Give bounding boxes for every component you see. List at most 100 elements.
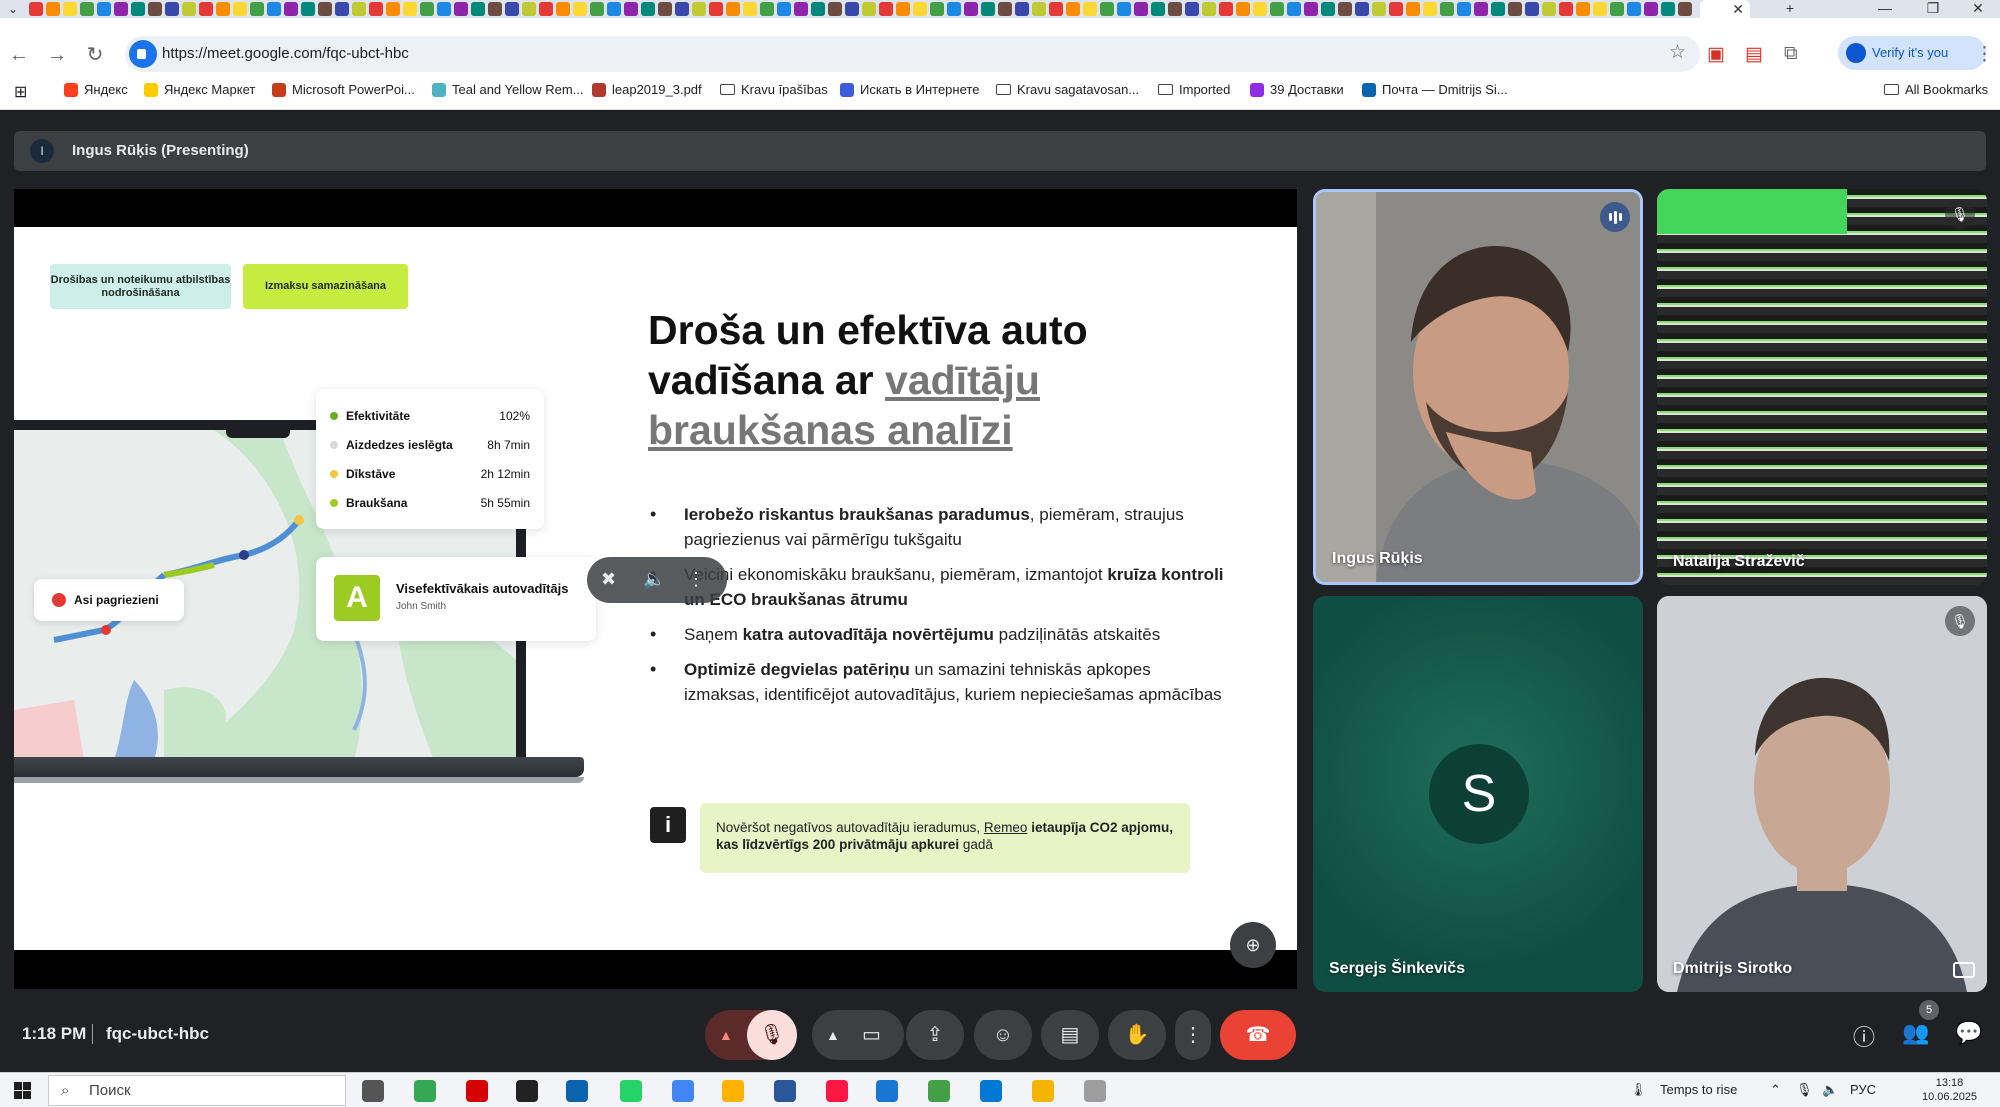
camera-options-chevron-icon[interactable]: ▲ (826, 1010, 840, 1060)
volume-icon[interactable]: 🔈 (643, 569, 665, 590)
bookmark-star-icon[interactable]: ☆ (1669, 41, 1686, 64)
tab-favicon[interactable] (709, 2, 724, 16)
tab-favicon[interactable] (828, 2, 843, 16)
reload-icon[interactable]: ↻ (80, 40, 110, 70)
new-tab-button[interactable]: + (1765, 0, 1815, 18)
tab-favicon[interactable] (1168, 2, 1183, 16)
url-text[interactable]: https://meet.google.com/fqc-ubct-hbc (162, 45, 409, 62)
windows-start-icon[interactable] (14, 1082, 31, 1099)
taskbar-app-icon[interactable] (566, 1080, 588, 1102)
tab-favicon[interactable] (947, 2, 962, 16)
tab-favicon[interactable] (131, 2, 146, 16)
people-icon[interactable]: 👥 (1902, 1020, 1929, 1046)
tab-favicon[interactable] (1372, 2, 1387, 16)
zoom-icon[interactable]: ⊕ (1230, 922, 1276, 968)
raise-hand-icon[interactable]: ✋ (1108, 1010, 1166, 1060)
mic-off-icon[interactable]: 🎙 (747, 1010, 797, 1060)
tab-favicon[interactable] (896, 2, 911, 16)
tab-favicon[interactable] (1219, 2, 1234, 16)
tab-favicon[interactable] (1083, 2, 1098, 16)
tab-favicon[interactable] (1406, 2, 1421, 16)
tab-favicon[interactable] (488, 2, 503, 16)
browser-menu-icon[interactable]: ⋮ (1975, 43, 1994, 66)
tab-favicon[interactable] (165, 2, 180, 16)
bookmark-item[interactable]: Teal and Yellow Rem... (432, 82, 584, 97)
weather-icon[interactable]: 🌡 (1630, 1082, 1647, 1098)
tab-favicon[interactable] (471, 2, 486, 16)
tab-favicon[interactable] (794, 2, 809, 16)
tab-favicon[interactable] (1508, 2, 1523, 16)
tab-search-icon[interactable]: ⌄ (8, 2, 18, 16)
bookmark-item[interactable]: leap2019_3.pdf (592, 82, 702, 97)
tab-favicon[interactable] (573, 2, 588, 16)
taskbar-app-icon[interactable] (774, 1080, 796, 1102)
tab-favicon[interactable] (267, 2, 282, 16)
tab-favicon[interactable] (1236, 2, 1251, 16)
taskbar-app-icon[interactable] (362, 1080, 384, 1102)
tile-natalija[interactable]: 🎙 Natalija Straževič (1657, 189, 1987, 585)
tab-favicon[interactable] (1610, 2, 1625, 16)
tab-favicon[interactable] (1644, 2, 1659, 16)
leave-call-button[interactable]: ☎ (1220, 1010, 1296, 1060)
tab-favicon[interactable] (1661, 2, 1676, 16)
tab-favicon[interactable] (1576, 2, 1591, 16)
tab-favicon[interactable] (182, 2, 197, 16)
tab-favicon[interactable] (658, 2, 673, 16)
weather-text[interactable]: Temps to rise (1660, 1082, 1737, 1097)
active-tab[interactable]: ✕ (1700, 0, 1750, 18)
taskbar-search[interactable]: ⌕ Поиск (48, 1075, 346, 1106)
new-extension-icon[interactable]: ▤ (1745, 43, 1763, 66)
bookmark-item[interactable]: Искать в Интернете (840, 82, 979, 97)
tab-favicon[interactable] (981, 2, 996, 16)
tab-favicon[interactable] (1491, 2, 1506, 16)
tab-favicon[interactable] (556, 2, 571, 16)
tab-favicon[interactable] (930, 2, 945, 16)
taskbar-app-icon[interactable] (414, 1080, 436, 1102)
tile-dmitrijs[interactable]: 🎙 Dmitrijs Sirotko (1657, 596, 1987, 992)
tab-favicon[interactable] (1440, 2, 1455, 16)
tab-favicon[interactable] (1474, 2, 1489, 16)
tab-favicon[interactable] (1593, 2, 1608, 16)
taskbar-app-icon[interactable] (1084, 1080, 1106, 1102)
mic-options-chevron-icon[interactable]: ▲ (719, 1010, 733, 1060)
bookmark-item[interactable]: Яндекс (64, 82, 128, 97)
tab-favicon[interactable] (335, 2, 350, 16)
tab-favicon[interactable] (624, 2, 639, 16)
tab-favicon[interactable] (403, 2, 418, 16)
tab-favicon[interactable] (437, 2, 452, 16)
tab-favicon[interactable] (743, 2, 758, 16)
tab-favicon[interactable] (1525, 2, 1540, 16)
all-bookmarks-folder[interactable]: All Bookmarks (1884, 82, 1988, 97)
tab-favicon[interactable] (862, 2, 877, 16)
chat-icon[interactable]: 💬 (1955, 1020, 1982, 1046)
tab-favicon[interactable] (1287, 2, 1302, 16)
tab-favicon[interactable] (1117, 2, 1132, 16)
tab-favicon[interactable] (505, 2, 520, 16)
tab-favicon[interactable] (1457, 2, 1472, 16)
captions-icon[interactable]: ▤ (1041, 1010, 1099, 1060)
tray-clock[interactable]: 13:18 10.06.2025 (1922, 1076, 1977, 1104)
apps-grid-icon[interactable]: ⊞ (14, 82, 27, 102)
tab-favicon[interactable] (845, 2, 860, 16)
tab-favicon[interactable] (607, 2, 622, 16)
omnibox[interactable]: https://meet.google.com/fqc-ubct-hbc ☆ (125, 36, 1700, 72)
tab-favicon[interactable] (301, 2, 316, 16)
tab-favicon[interactable] (1134, 2, 1149, 16)
tab-favicon[interactable] (1627, 2, 1642, 16)
extension-icon[interactable]: ▣ (1707, 43, 1725, 66)
tab-favicon[interactable] (1253, 2, 1268, 16)
taskbar-app-icon[interactable] (620, 1080, 642, 1102)
pin-off-icon[interactable]: ✖ (601, 569, 616, 590)
tab-favicon[interactable] (760, 2, 775, 16)
tab-favicon[interactable] (199, 2, 214, 16)
bookmark-item[interactable]: Яндекс Маркет (144, 82, 255, 97)
tab-favicon[interactable] (590, 2, 605, 16)
tab-favicon[interactable] (641, 2, 656, 16)
tab-favicon[interactable] (1304, 2, 1319, 16)
tab-favicon[interactable] (1202, 2, 1217, 16)
tab-favicon[interactable] (369, 2, 384, 16)
tab-favicon[interactable] (284, 2, 299, 16)
taskbar-app-icon[interactable] (1032, 1080, 1054, 1102)
bookmark-item[interactable]: Почта — Dmitrijs Si... (1362, 82, 1508, 97)
bookmark-item[interactable]: Imported (1158, 82, 1230, 97)
